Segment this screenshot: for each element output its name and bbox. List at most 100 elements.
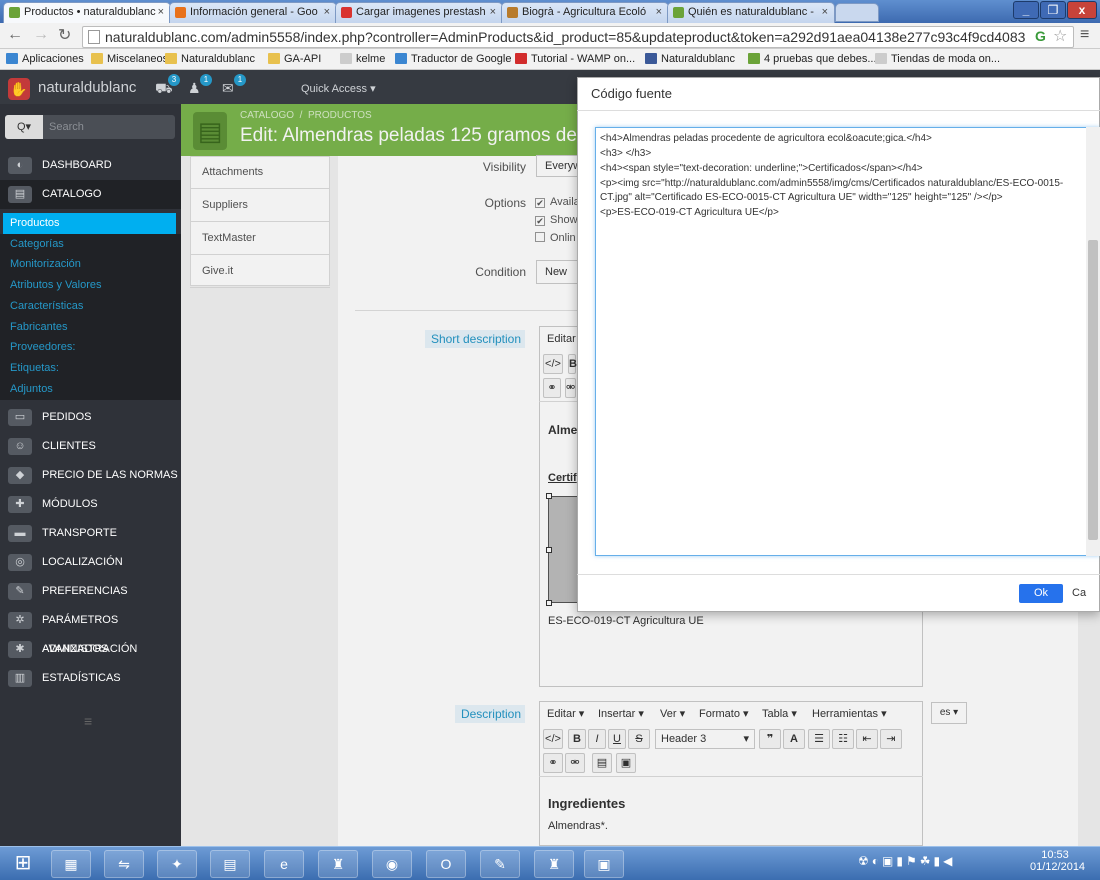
bookmark-item[interactable]: GA-API bbox=[268, 52, 321, 66]
tab-title: Quién es naturaldublanc - bbox=[688, 6, 814, 18]
browser-tab[interactable]: Productos • naturaldublanc × bbox=[3, 2, 171, 23]
sidebar-item-pedidos[interactable]: ▭ PEDIDOS bbox=[0, 403, 181, 432]
sidebar-subitem-monitorizaci-n[interactable]: Monitorización bbox=[0, 254, 181, 276]
sidebar-section-icon: ☺ bbox=[8, 438, 32, 455]
prestashop-logo-icon[interactable]: ✋ bbox=[8, 78, 30, 100]
sidebar-subitem-etiquetas-[interactable]: Etiquetas: bbox=[0, 357, 181, 379]
minimize-button[interactable]: _ bbox=[1013, 1, 1039, 19]
sidebar-subitem-adjuntos[interactable]: Adjuntos bbox=[0, 378, 181, 400]
sidebar-subitem-categor-as[interactable]: Categorías bbox=[0, 233, 181, 255]
sidebar-item-administraci-n[interactable]: ✱ ADMINISTRACIÓN bbox=[0, 635, 181, 664]
search-input[interactable]: Search bbox=[49, 121, 84, 133]
tab-close-icon[interactable]: × bbox=[656, 3, 662, 22]
taskbar-app-icon[interactable]: ♜ bbox=[318, 850, 358, 878]
code-line: <p>ES-ECO-019-CT Agricultura UE</p> bbox=[600, 207, 779, 218]
close-window-button[interactable]: x bbox=[1067, 1, 1097, 19]
ok-button[interactable]: Ok bbox=[1019, 584, 1063, 603]
taskbar-app-icon[interactable]: ◉ bbox=[372, 850, 412, 878]
tab-title: Biogrà - Agricultura Ecoló bbox=[522, 6, 647, 18]
sidebar-item-m-dulos[interactable]: ✚ MÓDULOS bbox=[0, 490, 181, 519]
bookmark-icon bbox=[515, 53, 527, 64]
sidebar-subitem-caracter-sticas[interactable]: Características bbox=[0, 295, 181, 317]
bookmark-label: kelme bbox=[356, 53, 386, 65]
browser-tab[interactable]: Cargar imagenes prestash × bbox=[335, 2, 503, 23]
sidebar-item-label: CATALOGO bbox=[42, 188, 102, 200]
maximize-button[interactable]: ❐ bbox=[1040, 1, 1066, 19]
quick-access-menu[interactable]: Quick Access ▾ bbox=[301, 82, 376, 95]
bookmark-icon bbox=[340, 53, 352, 64]
sidebar-item-transporte[interactable]: ▬ TRANSPORTE bbox=[0, 519, 181, 548]
browser-tab[interactable]: Información general - Goo × bbox=[169, 2, 337, 23]
windows-start-icon[interactable]: ⊞ bbox=[6, 848, 40, 878]
tab-close-icon[interactable]: × bbox=[490, 3, 496, 22]
browser-tab[interactable]: Biogrà - Agricultura Ecoló × bbox=[501, 2, 669, 23]
code-line: <h4>Almendras peladas procedente de agri… bbox=[600, 133, 932, 144]
sidebar-item-estad-sticas[interactable]: ▥ ESTADÍSTICAS bbox=[0, 664, 181, 693]
sidebar-item-catalogo[interactable]: ▤ CATALOGO bbox=[0, 180, 181, 209]
bookmark-item[interactable]: 4 pruebas que debes... bbox=[748, 52, 877, 66]
bookmark-item[interactable]: Tiendas de moda on... bbox=[875, 52, 1000, 66]
tab-close-icon[interactable]: × bbox=[822, 3, 828, 22]
bookmark-item[interactable]: Aplicaciones bbox=[6, 52, 84, 66]
tab-close-icon[interactable]: × bbox=[158, 3, 164, 22]
bookmark-item[interactable]: Naturaldublanc bbox=[165, 52, 255, 66]
bookmark-label: GA-API bbox=[284, 53, 322, 65]
sidebar-subitem-atributos-y-valores[interactable]: Atributos y Valores bbox=[0, 275, 181, 297]
taskbar-app-icon[interactable]: ✦ bbox=[157, 850, 197, 878]
collapse-menu-icon[interactable]: ≡ bbox=[84, 713, 92, 729]
bookmark-icon bbox=[165, 53, 177, 64]
bookmark-label: Tiendas de moda on... bbox=[891, 53, 1001, 65]
back-arrow-icon[interactable]: ← bbox=[7, 26, 23, 44]
sidebar-section-icon: ▥ bbox=[8, 670, 32, 687]
sidebar-item-dashboard[interactable]: ◐ DASHBOARD bbox=[0, 151, 181, 180]
bookmark-item[interactable]: kelme bbox=[340, 52, 385, 66]
address-bar[interactable]: naturaldublanc.com/admin5558/index.php?c… bbox=[82, 26, 1074, 48]
bookmark-icon bbox=[645, 53, 657, 64]
taskbar-app-icon[interactable]: e bbox=[264, 850, 304, 878]
sidebar-item-par-metros-avanzados[interactable]: ✲ PARÁMETROS AVANZADOS bbox=[0, 606, 181, 655]
shop-name[interactable]: naturaldublanc bbox=[38, 79, 136, 96]
mail-icon[interactable]: ✉ bbox=[222, 80, 234, 97]
bookmark-label: Miscelaneos bbox=[107, 53, 169, 65]
bookmark-item[interactable]: Tutorial - WAMP on... bbox=[515, 52, 635, 66]
clock[interactable]: 10:53 01/12/2014 bbox=[1030, 849, 1085, 873]
browser-tab[interactable]: Quién es naturaldublanc - × bbox=[667, 2, 835, 23]
taskbar-app-icon[interactable]: ▤ bbox=[210, 850, 250, 878]
bookmark-item[interactable]: Miscelaneos bbox=[91, 52, 168, 66]
sidebar-subitem-fabricantes[interactable]: Fabricantes bbox=[0, 316, 181, 338]
sidebar-item-precio-de-las-normas[interactable]: ◆ PRECIO DE LAS NORMAS bbox=[0, 461, 181, 490]
extension-icon[interactable]: G bbox=[1035, 28, 1046, 44]
search-toggle-button[interactable]: Q▾ bbox=[5, 115, 43, 139]
taskbar-app-icon[interactable]: ⇋ bbox=[104, 850, 144, 878]
dialog-divider bbox=[577, 110, 1100, 111]
dialog-title: Código fuente bbox=[591, 86, 672, 101]
sidebar-subitem-productos[interactable]: Productos bbox=[3, 213, 176, 234]
taskbar-app-icon[interactable]: ▣ bbox=[584, 850, 624, 878]
sidebar-subitem-proveedores-[interactable]: Proveedores: bbox=[0, 337, 181, 359]
tab-favicon-icon bbox=[507, 7, 518, 18]
tray-icons[interactable]: ☢◐▣▮⚑☘▮◀ bbox=[858, 854, 955, 868]
forward-arrow-icon[interactable]: → bbox=[33, 26, 49, 44]
bookmark-item[interactable]: Traductor de Google bbox=[395, 52, 511, 66]
sidebar-item-preferencias[interactable]: ✎ PREFERENCIAS bbox=[0, 577, 181, 606]
new-tab-button[interactable] bbox=[835, 3, 879, 22]
taskbar-app-icon[interactable]: ✎ bbox=[480, 850, 520, 878]
code-line: <p><img src="http://naturaldublanc.com/a… bbox=[600, 178, 1064, 189]
bookmark-item[interactable]: Naturaldublanc bbox=[645, 52, 735, 66]
sidebar-section-icon: ◐ bbox=[8, 157, 32, 174]
sidebar-item-localizaci-n[interactable]: ◎ LOCALIZACIÓN bbox=[0, 548, 181, 577]
tab-close-icon[interactable]: × bbox=[324, 3, 330, 22]
taskbar-app-icon[interactable]: ▦ bbox=[51, 850, 91, 878]
reload-icon[interactable]: ↻ bbox=[58, 25, 71, 45]
sidebar-item-label: DASHBOARD bbox=[42, 159, 112, 171]
cancel-button[interactable]: Ca bbox=[1072, 587, 1086, 599]
menu-icon[interactable]: ≡ bbox=[1080, 26, 1089, 44]
taskbar-app-icon[interactable]: O bbox=[426, 850, 466, 878]
taskbar-app-icon[interactable]: ♜ bbox=[534, 850, 574, 878]
sidebar-section-icon: ◎ bbox=[8, 554, 32, 571]
user-icon[interactable]: ♟ bbox=[188, 80, 201, 97]
sidebar-item-clientes[interactable]: ☺ CLIENTES bbox=[0, 432, 181, 461]
scrollbar-thumb[interactable] bbox=[1088, 240, 1098, 540]
screen: Productos • naturaldublanc × Información g… bbox=[0, 0, 1100, 880]
bookmark-star-icon[interactable]: ☆ bbox=[1053, 26, 1067, 46]
